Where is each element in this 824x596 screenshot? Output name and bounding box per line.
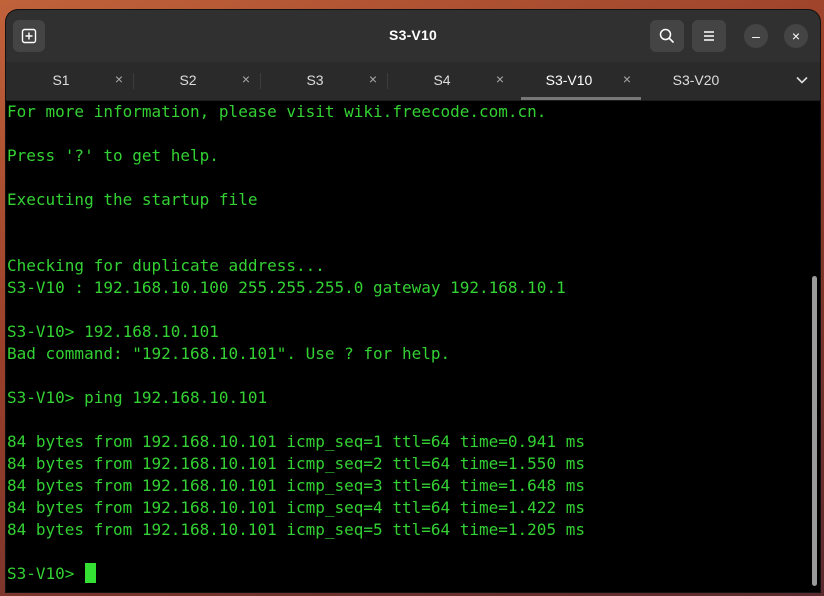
- terminal-line: Checking for duplicate address...: [7, 256, 325, 275]
- minimize-button[interactable]: –: [744, 24, 768, 48]
- terminal-line: 84 bytes from 192.168.10.101 icmp_seq=3 …: [7, 476, 585, 495]
- close-window-button[interactable]: ×: [784, 24, 808, 48]
- terminal-line: For more information, please visit wiki.…: [7, 102, 547, 121]
- terminal-line: 84 bytes from 192.168.10.101 icmp_seq=5 …: [7, 520, 585, 539]
- tab-close-icon[interactable]: ×: [110, 70, 128, 88]
- terminal-window: S3-V10 – × S1 × S2 × S3 × S4 × S3-V10 × …: [6, 10, 820, 592]
- tab-close-icon[interactable]: ×: [618, 70, 636, 88]
- terminal-line: Press '?' to get help.: [7, 146, 219, 165]
- tab-label: S3: [306, 72, 324, 88]
- chevron-down-icon: [796, 76, 808, 84]
- tab-s1[interactable]: S1 ×: [6, 62, 133, 100]
- tab-label: S2: [179, 72, 197, 88]
- close-icon: ×: [791, 28, 801, 44]
- terminal-prompt: S3-V10>: [7, 564, 85, 583]
- menu-button[interactable]: [692, 20, 726, 52]
- vertical-scrollbar[interactable]: [812, 276, 817, 586]
- tab-label: S1: [52, 72, 70, 88]
- terminal-line: 84 bytes from 192.168.10.101 icmp_seq=2 …: [7, 454, 585, 473]
- tab-s2[interactable]: S2 ×: [133, 62, 260, 100]
- tab-label: S3-V10: [545, 72, 593, 88]
- terminal-line: Executing the startup file: [7, 190, 258, 209]
- terminal-output[interactable]: For more information, please visit wiki.…: [6, 101, 820, 592]
- terminal-line: S3-V10 : 192.168.10.100 255.255.255.0 ga…: [7, 278, 566, 297]
- tab-label: S4: [433, 72, 451, 88]
- terminal-line: S3-V10> ping 192.168.10.101: [7, 388, 268, 407]
- tab-label: S3-V20: [672, 72, 720, 88]
- hamburger-menu-icon: [704, 31, 714, 41]
- terminal-prompt-line: S3-V10>: [7, 563, 97, 585]
- tab-close-icon[interactable]: ×: [237, 70, 255, 88]
- search-icon: [659, 28, 675, 44]
- terminal-line: S3-V10> 192.168.10.101: [7, 322, 219, 341]
- tab-s3-v10[interactable]: S3-V10 ×: [514, 62, 641, 100]
- text-cursor: [85, 563, 97, 583]
- tab-s3-v20[interactable]: S3-V20: [641, 62, 768, 100]
- terminal-line: 84 bytes from 192.168.10.101 icmp_seq=1 …: [7, 432, 585, 451]
- tab-s4[interactable]: S4 ×: [387, 62, 514, 100]
- search-button[interactable]: [650, 20, 684, 52]
- tabs-overflow-button[interactable]: [792, 70, 812, 90]
- tab-close-icon[interactable]: ×: [491, 70, 509, 88]
- terminal-line: 84 bytes from 192.168.10.101 icmp_seq=4 …: [7, 498, 585, 517]
- terminal-line: Bad command: "192.168.10.101". Use ? for…: [7, 344, 451, 363]
- title-bar: S3-V10 – ×: [6, 10, 820, 62]
- tab-s3[interactable]: S3 ×: [260, 62, 387, 100]
- tab-bar: S1 × S2 × S3 × S4 × S3-V10 × S3-V20: [6, 62, 820, 101]
- tab-close-icon[interactable]: ×: [364, 70, 382, 88]
- minimize-icon: –: [752, 28, 760, 44]
